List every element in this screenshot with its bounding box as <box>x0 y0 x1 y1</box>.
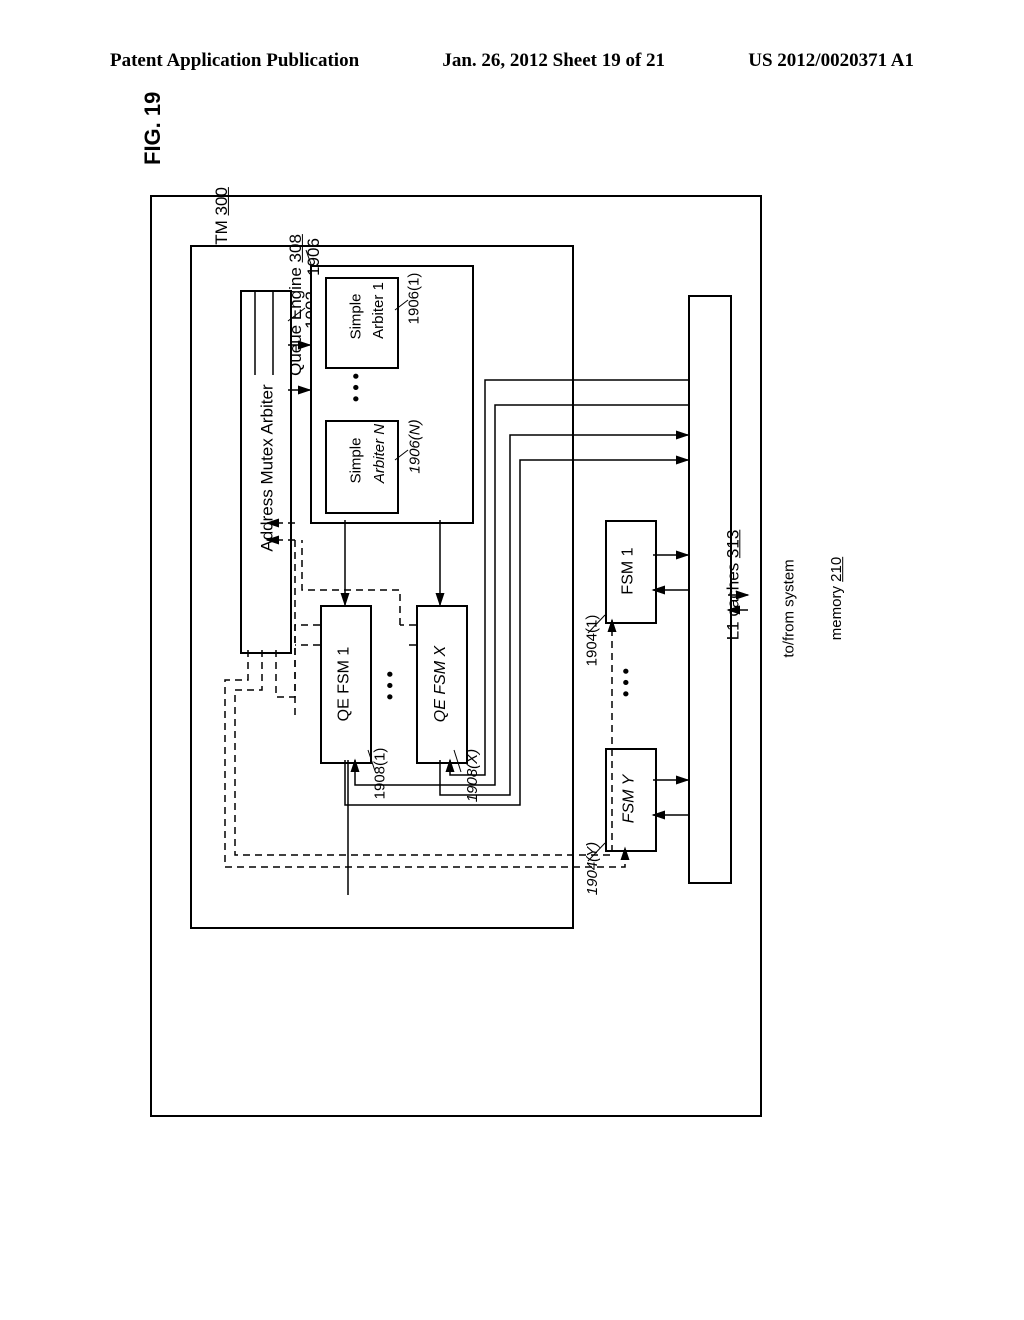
ext-mem-ref: 210 <box>828 557 845 582</box>
header-right: US 2012/0020371 A1 <box>748 50 914 72</box>
header-left: Patent Application Publication <box>110 50 359 72</box>
page-header: Patent Application Publication Jan. 26, … <box>0 50 1024 72</box>
ext-mem-l2-wrap: memory 210 <box>828 557 845 640</box>
figure-label: FIG. 19 <box>140 92 166 165</box>
diagram-canvas: FIG. 19 MTM 300 Queue Engine 308 Address… <box>150 195 760 1115</box>
ext-mem-l1: to/from system <box>781 559 798 657</box>
connectors-svg <box>150 195 770 1115</box>
header-center: Jan. 26, 2012 Sheet 19 of 21 <box>442 50 665 72</box>
ext-mem-l2: memory <box>828 586 845 640</box>
